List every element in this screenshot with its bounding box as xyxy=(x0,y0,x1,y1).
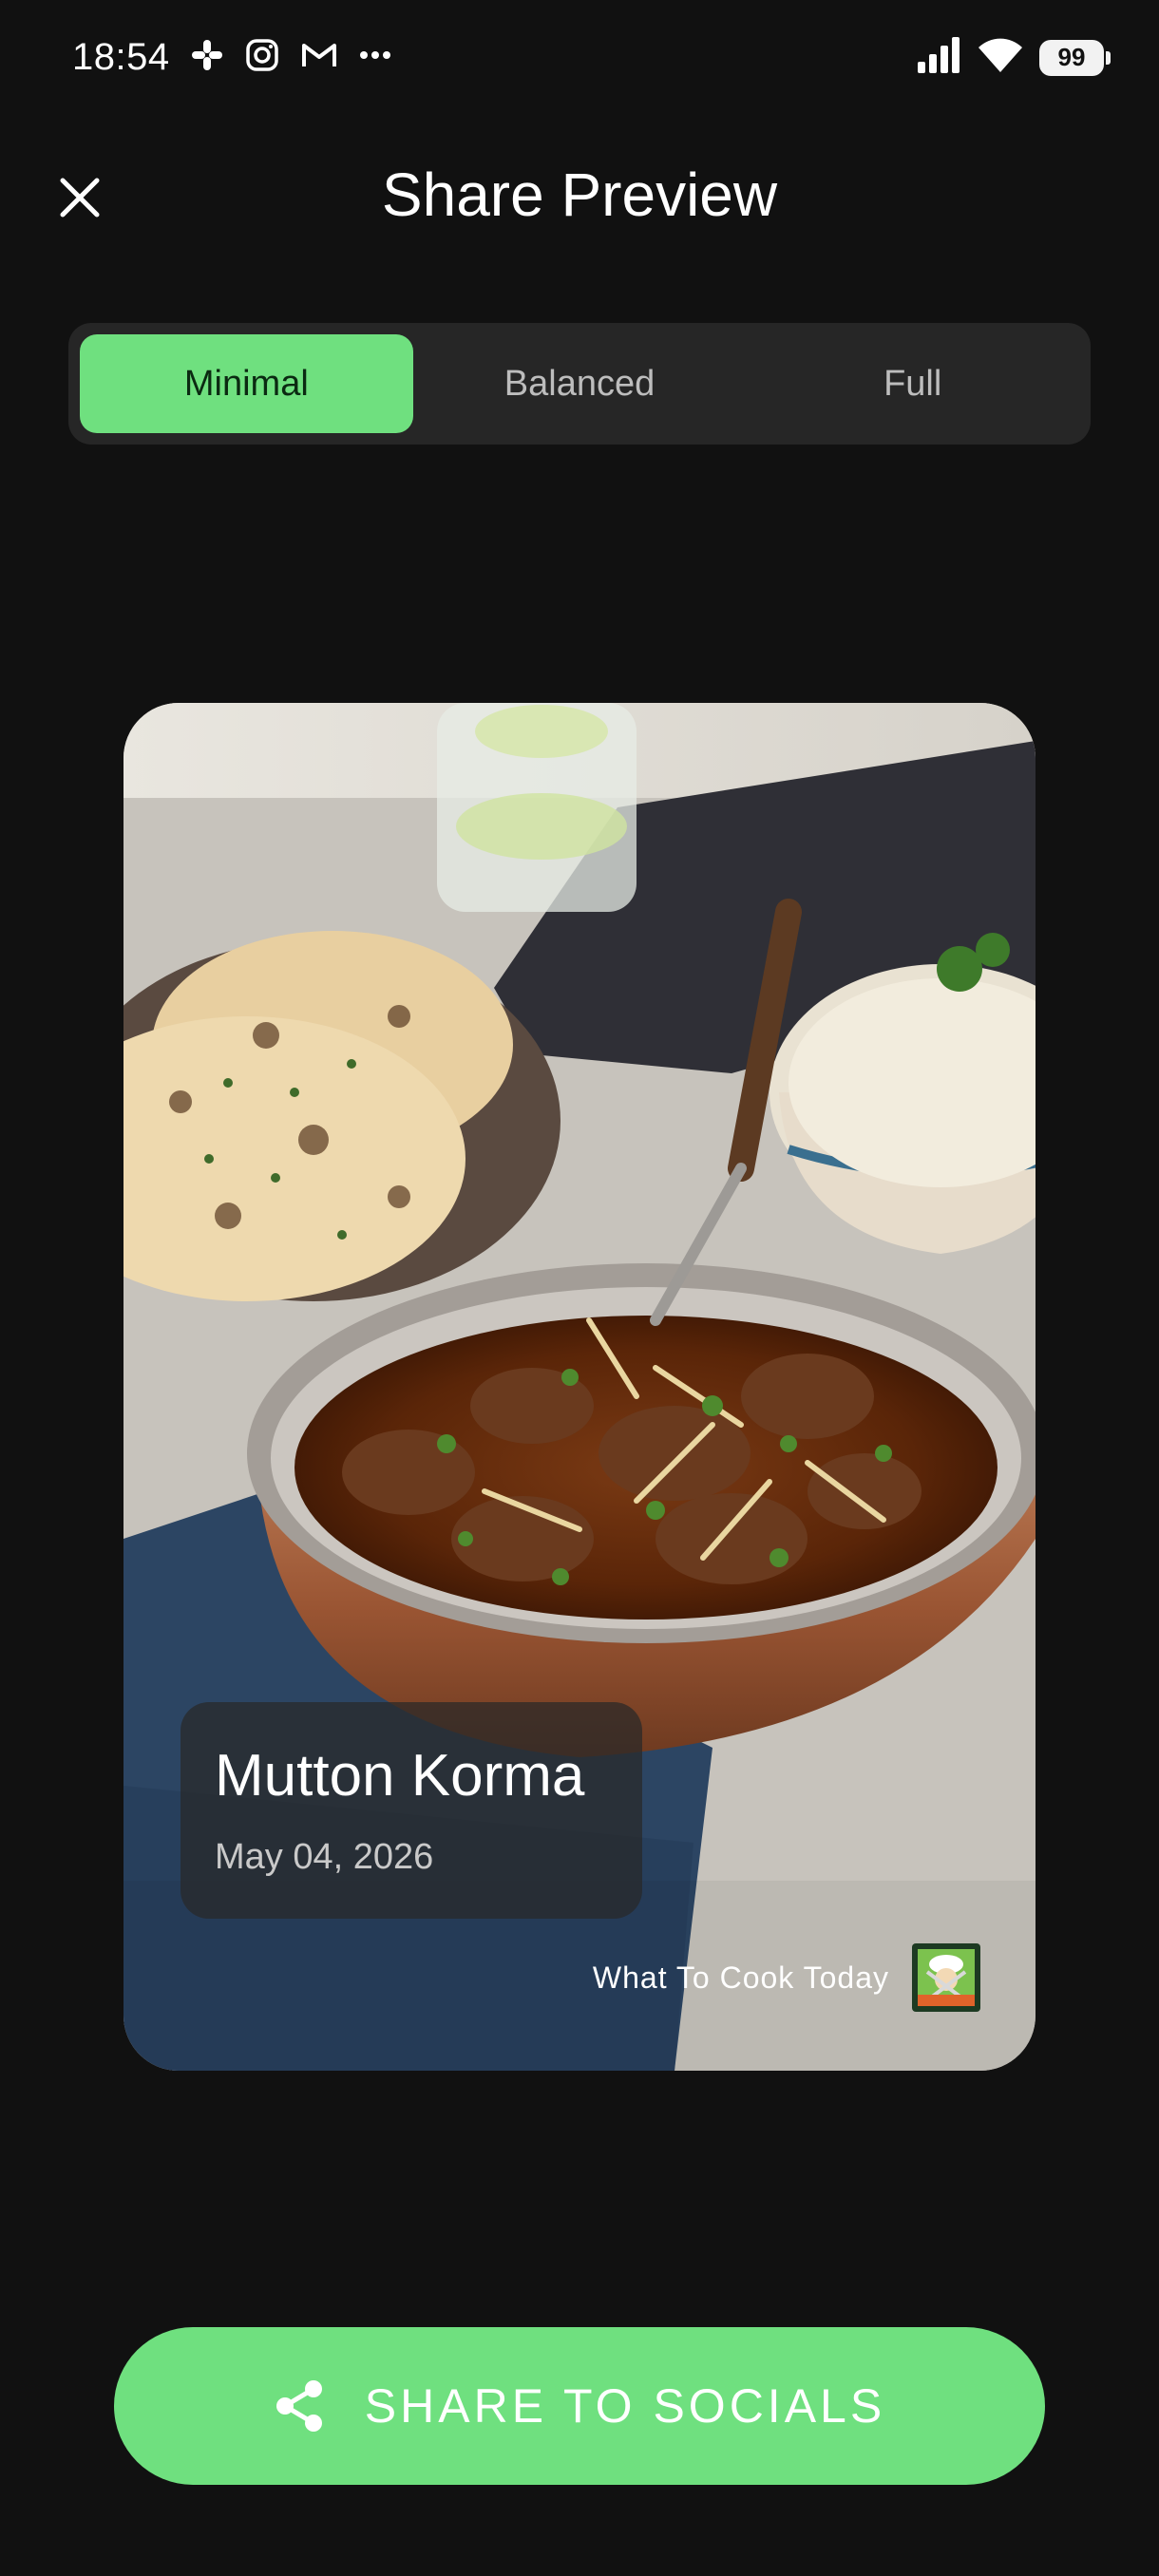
brand-watermark: What To Cook Today xyxy=(593,1943,980,2012)
segment-full[interactable]: Full xyxy=(746,334,1079,433)
share-preview-screen: 18:54 99 Share Preview Minimal Balanced … xyxy=(0,0,1159,2576)
gmail-icon xyxy=(300,40,338,70)
share-to-socials-button[interactable]: SHARE TO SOCIALS xyxy=(114,2327,1045,2485)
recipe-title: Mutton Korma xyxy=(215,1743,585,1809)
slack-icon xyxy=(190,38,224,72)
recipe-title-overlay: Mutton Korma May 04, 2026 xyxy=(180,1702,642,1919)
signal-icon xyxy=(918,37,961,78)
wifi-icon xyxy=(977,36,1024,79)
segment-balanced[interactable]: Balanced xyxy=(413,334,747,433)
segment-minimal[interactable]: Minimal xyxy=(80,334,413,433)
system-icons: 99 xyxy=(918,36,1111,79)
brand-name: What To Cook Today xyxy=(592,1960,889,1995)
status-bar: 18:54 99 xyxy=(0,0,1159,114)
chef-logo-icon xyxy=(912,1943,980,2012)
recipe-date: May 04, 2026 xyxy=(215,1837,434,1877)
share-preview-card: Mutton Korma May 04, 2026 What To Cook T… xyxy=(124,703,1036,2071)
battery-icon: 99 xyxy=(1039,39,1111,76)
status-time: 18:54 xyxy=(72,36,170,78)
page-title: Share Preview xyxy=(381,161,778,229)
notification-icons xyxy=(190,38,391,72)
share-button-label: SHARE TO SOCIALS xyxy=(364,2379,886,2433)
more-dots-icon xyxy=(359,50,391,60)
layout-segmented-control: Minimal Balanced Full xyxy=(68,323,1091,445)
battery-level: 99 xyxy=(1057,43,1086,71)
instagram-icon xyxy=(245,38,279,72)
share-icon xyxy=(276,2380,322,2432)
